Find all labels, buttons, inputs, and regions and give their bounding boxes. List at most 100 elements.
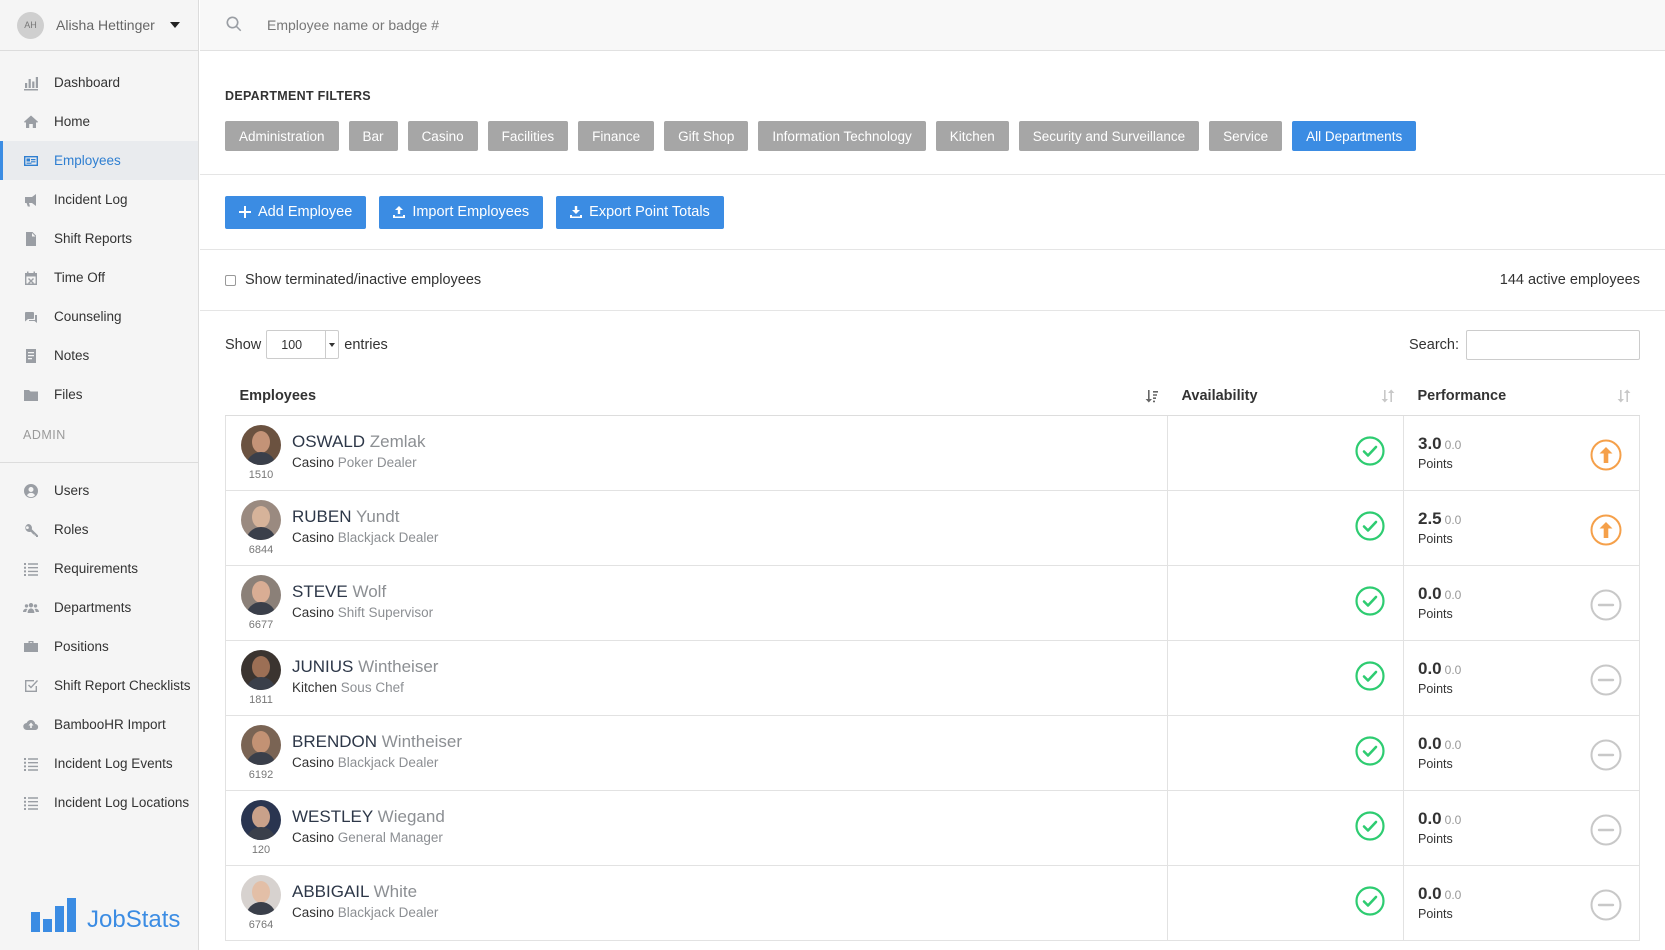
table-row[interactable]: 6192 BRENDON Wintheiser Casino Blackjack D… [225, 715, 1640, 791]
available-check-icon [1355, 436, 1385, 466]
employee-name[interactable]: OSWALD Zemlak [292, 431, 426, 452]
import-employees-button[interactable]: Import Employees [379, 195, 544, 229]
employee-photo[interactable] [241, 649, 281, 690]
employee-name[interactable]: WESTLEY Wiegand [292, 806, 445, 827]
filter-administration-button[interactable]: Administration [225, 121, 339, 151]
sidebar-item-files[interactable]: Files [0, 375, 198, 414]
export-point-totals-button[interactable]: Export Point Totals [556, 195, 724, 229]
employee-name[interactable]: JUNIUS Wintheiser [292, 656, 438, 677]
employee-name[interactable]: STEVE Wolf [292, 581, 433, 602]
sidebar-item-home[interactable]: Home [0, 102, 198, 141]
employee-cell[interactable]: 6192 BRENDON Wintheiser Casino Blackjack D… [225, 715, 1168, 791]
filter-bar-button[interactable]: Bar [348, 121, 398, 151]
sidebar-item-positions[interactable]: Positions [0, 627, 198, 666]
employee-photo[interactable] [241, 724, 281, 765]
sidebar-item-requirements[interactable]: Requirements [0, 549, 198, 588]
trend-neutral-icon[interactable] [1590, 739, 1622, 771]
available-check-icon [1355, 586, 1385, 616]
filter-service-button[interactable]: Service [1209, 121, 1283, 151]
employee-cell[interactable]: 6764 ABBIGAIL White Casino Blackjack Deale… [225, 865, 1168, 941]
employee-photo[interactable] [241, 799, 281, 840]
trend-neutral-icon[interactable] [1590, 814, 1622, 846]
table-row[interactable]: 120 WESTLEY Wiegand Casino General Manager… [225, 790, 1640, 866]
table-row[interactable]: 6677 STEVE Wolf Casino Shift Supervisor 0.0… [225, 565, 1640, 641]
availability-cell [1167, 415, 1404, 491]
search-icon [225, 15, 243, 36]
sidebar-item-dashboard[interactable]: Dashboard [0, 63, 198, 102]
sidebar-item-incident-log[interactable]: Incident Log [0, 180, 198, 219]
filter-finance-button[interactable]: Finance [578, 121, 655, 151]
add-employee-button[interactable]: Add Employee [225, 195, 367, 229]
employee-info: 1811 JUNIUS Wintheiser Kitchen Sous Chef [241, 649, 1167, 706]
filter-security-and-surveillance-button[interactable]: Security and Surveillance [1018, 121, 1200, 151]
sidebar-item-incident-log-events[interactable]: Incident Log Events [0, 744, 198, 783]
employee-position: Sous Chef [340, 679, 404, 695]
table-row[interactable]: 1811 JUNIUS Wintheiser Kitchen Sous Chef 0.… [225, 640, 1640, 716]
table-row[interactable]: 6764 ABBIGAIL White Casino Blackjack Deale… [225, 865, 1640, 941]
sidebar-item-time-off[interactable]: Time Off [0, 258, 198, 297]
sidebar-item-label: Notes [54, 348, 90, 363]
sidebar-item-employees[interactable]: Employees [0, 141, 198, 180]
employee-photo[interactable] [241, 499, 281, 540]
sidebar: AH Alisha Hettinger Dashboard Home Employe… [0, 0, 199, 950]
trend-neutral-icon[interactable] [1590, 664, 1622, 696]
user-avatar: AH [17, 11, 44, 39]
sort-icon[interactable] [1381, 389, 1395, 403]
employee-badge: 1811 [249, 693, 273, 706]
show-inactive-label[interactable]: Show terminated/inactive employees [245, 272, 481, 288]
jobstats-logo[interactable]: JobStats [31, 898, 180, 932]
sidebar-item-roles[interactable]: Roles [0, 510, 198, 549]
table-row[interactable]: 6844 RUBEN Yundt Casino Blackjack Dealer 2.… [225, 490, 1640, 566]
filter-information-technology-button[interactable]: Information Technology [758, 121, 926, 151]
employee-cell[interactable]: 1510 OSWALD Zemlak Casino Poker Dealer [225, 415, 1168, 491]
table-search-label: Search: [1409, 336, 1459, 353]
trend-neutral-icon[interactable] [1590, 589, 1622, 621]
show-inactive-checkbox[interactable] [225, 274, 236, 286]
employee-text: RUBEN Yundt Casino Blackjack Dealer [292, 506, 438, 545]
sidebar-item-shift-reports[interactable]: Shift Reports [0, 219, 198, 258]
employee-name[interactable]: ABBIGAIL White [292, 881, 438, 902]
available-check-icon [1355, 661, 1385, 691]
filter-kitchen-button[interactable]: Kitchen [935, 121, 1009, 151]
employee-photo[interactable] [241, 574, 281, 615]
trend-up-icon[interactable] [1590, 514, 1622, 546]
sidebar-item-users[interactable]: Users [0, 471, 198, 510]
note-icon [23, 348, 39, 364]
employee-name[interactable]: RUBEN Yundt [292, 506, 438, 527]
column-header-performance[interactable]: Performance [1403, 378, 1640, 416]
employee-cell[interactable]: 6677 STEVE Wolf Casino Shift Supervisor [225, 565, 1168, 641]
filter-gift-shop-button[interactable]: Gift Shop [664, 121, 749, 151]
column-header-employees[interactable]: Employees [225, 378, 1168, 416]
available-check-icon [1355, 811, 1385, 841]
employee-search-input[interactable] [267, 17, 767, 33]
sort-desc-icon[interactable] [1145, 389, 1159, 403]
employee-cell[interactable]: 1811 JUNIUS Wintheiser Kitchen Sous Chef [225, 640, 1168, 716]
table-search-input[interactable] [1466, 329, 1640, 360]
employee-info: 1510 OSWALD Zemlak Casino Poker Dealer [241, 424, 1167, 481]
employee-role: Casino Blackjack Dealer [292, 755, 462, 770]
entries-select[interactable]: 100 [266, 330, 340, 359]
sidebar-item-notes[interactable]: Notes [0, 336, 198, 375]
filter-all-departments-button[interactable]: All Departments [1292, 121, 1417, 151]
table-row[interactable]: 1510 OSWALD Zemlak Casino Poker Dealer 3.0 0… [225, 415, 1640, 491]
filter-facilities-button[interactable]: Facilities [487, 121, 569, 151]
column-header-availability[interactable]: Availability [1167, 378, 1404, 416]
user-menu[interactable]: AH Alisha Hettinger [0, 0, 198, 51]
sidebar-item-bamboohr-import[interactable]: BambooHR Import [0, 705, 198, 744]
employee-photo[interactable] [241, 424, 281, 465]
employee-cell[interactable]: 120 WESTLEY Wiegand Casino General Manager [225, 790, 1168, 866]
chevron-down-icon[interactable] [170, 22, 180, 28]
sidebar-item-shift-report-checklists[interactable]: Shift Report Checklists [0, 666, 198, 705]
checkbox-icon [23, 678, 39, 694]
sort-icon[interactable] [1617, 389, 1631, 403]
sidebar-item-departments[interactable]: Departments [0, 588, 198, 627]
sidebar-item-counseling[interactable]: Counseling [0, 297, 198, 336]
employee-photo-wrap: 6764 [241, 874, 281, 931]
employee-cell[interactable]: 6844 RUBEN Yundt Casino Blackjack Dealer [225, 490, 1168, 566]
trend-neutral-icon[interactable] [1590, 889, 1622, 921]
sidebar-item-incident-log-locations[interactable]: Incident Log Locations [0, 783, 198, 822]
filter-casino-button[interactable]: Casino [407, 121, 478, 151]
employee-name[interactable]: BRENDON Wintheiser [292, 731, 462, 752]
trend-up-icon[interactable] [1590, 439, 1622, 471]
employee-photo[interactable] [241, 874, 281, 915]
